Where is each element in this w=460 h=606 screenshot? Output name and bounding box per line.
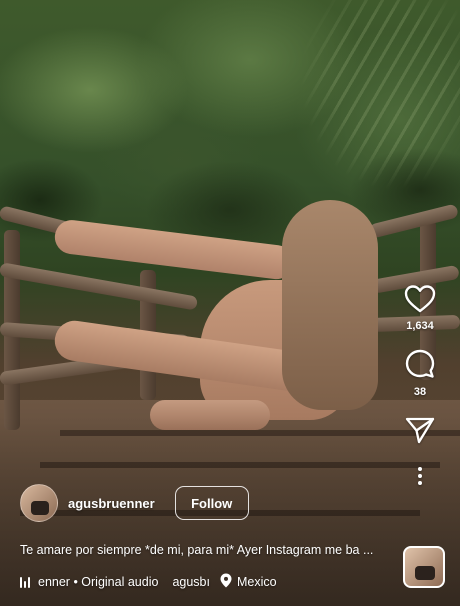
avatar[interactable] [20, 484, 58, 522]
collab-account[interactable]: agusbı [172, 575, 210, 589]
comment-count: 38 [413, 386, 427, 398]
person-hair [282, 200, 378, 410]
audio-label: enner • Original audio [38, 575, 159, 589]
meta-row: enner • Original audio agusbı Mexico [20, 573, 390, 591]
audio-bars-icon [20, 576, 32, 588]
heart-icon[interactable] [404, 284, 436, 314]
location-link[interactable]: Mexico [220, 573, 277, 591]
paper-plane-icon[interactable] [405, 416, 435, 444]
like-button[interactable]: 1,634 [404, 284, 436, 332]
location-pin-icon [220, 573, 237, 591]
audio-thumbnail[interactable] [403, 546, 445, 588]
more-vertical-icon[interactable] [416, 466, 424, 486]
like-count: 1,634 [406, 320, 434, 332]
author-row: agusbruenner Follow [20, 484, 249, 522]
palm-fronds [300, 0, 460, 220]
follow-button[interactable]: Follow [174, 486, 249, 520]
action-rail: 1,634 38 [394, 284, 446, 486]
more-options-button[interactable] [416, 466, 424, 486]
comment-button[interactable]: 38 [404, 348, 436, 398]
caption-text[interactable]: Te amare por siempre *de mi, para mi* Ay… [20, 543, 392, 557]
reel-viewer[interactable]: 1,634 38 agusbruenner Follow Te amare po… [0, 0, 460, 606]
share-button[interactable] [405, 416, 435, 444]
username[interactable]: agusbruenner [68, 496, 155, 511]
audio-link[interactable]: enner • Original audio [20, 575, 158, 589]
comment-bubble-icon[interactable] [404, 348, 436, 380]
location-label: Mexico [236, 575, 277, 589]
